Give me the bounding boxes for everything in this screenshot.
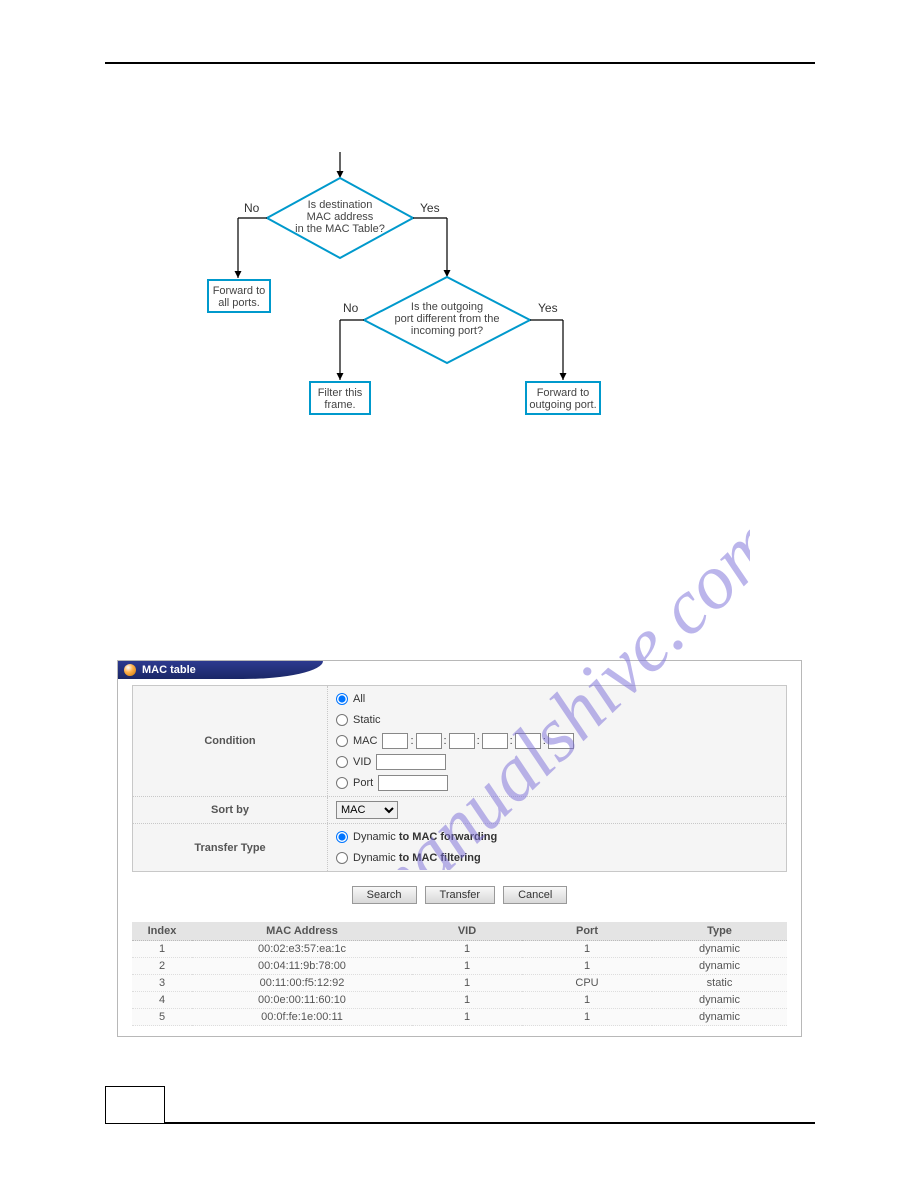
svg-text:outgoing port.: outgoing port. <box>529 399 596 411</box>
svg-text:in the MAC Table?: in the MAC Table? <box>295 223 385 235</box>
footer-rule <box>165 1122 815 1124</box>
cell-port: CPU <box>522 975 652 992</box>
cell-type: dynamic <box>652 958 787 975</box>
cell-mac: 00:0f:fe:1e:00:11 <box>192 1009 412 1026</box>
panel-header: MAC table <box>118 661 323 679</box>
th-port: Port <box>522 922 652 941</box>
cell-index: 3 <box>132 975 192 992</box>
table-header-row: Index MAC Address VID Port Type <box>132 922 787 941</box>
cell-type: dynamic <box>652 992 787 1009</box>
radio-all-input[interactable] <box>336 693 348 705</box>
yes-label-2: Yes <box>538 301 558 315</box>
cancel-button[interactable]: Cancel <box>503 886 567 904</box>
flowchart: Is destination MAC address in the MAC Ta… <box>200 152 640 437</box>
table-row: 300:11:00:f5:12:921CPUstatic <box>132 975 787 992</box>
no-label-1: No <box>244 201 260 215</box>
th-mac: MAC Address <box>192 922 412 941</box>
mac-inputs: : : : : : <box>382 733 573 749</box>
footer-box <box>105 1086 165 1124</box>
mac-oct-4[interactable] <box>482 733 508 749</box>
radio-dyn-fwd-input[interactable] <box>336 831 348 843</box>
svg-text:frame.: frame. <box>324 399 355 411</box>
sortby-label: Sort by <box>133 797 328 823</box>
radio-all[interactable]: All <box>336 690 778 708</box>
cell-mac: 00:11:00:f5:12:92 <box>192 975 412 992</box>
button-row: Search Transfer Cancel <box>132 872 787 922</box>
svg-text:incoming port?: incoming port? <box>411 325 483 337</box>
radio-dyn-filt[interactable]: Dynamic to MAC filtering <box>336 849 778 867</box>
table-row: 200:04:11:9b:78:0011dynamic <box>132 958 787 975</box>
radio-vid[interactable]: VID <box>336 753 778 771</box>
svg-text:port different from the: port different from the <box>395 313 500 325</box>
radio-dyn-fwd[interactable]: Dynamic to MAC forwarding <box>336 828 778 846</box>
th-vid: VID <box>412 922 522 941</box>
svg-text:Filter this: Filter this <box>318 387 363 399</box>
radio-port[interactable]: Port <box>336 774 778 792</box>
table-row: 100:02:e3:57:ea:1c11dynamic <box>132 941 787 958</box>
radio-mac-input[interactable] <box>336 735 348 747</box>
svg-text:Is destination: Is destination <box>308 199 373 211</box>
cell-mac: 00:02:e3:57:ea:1c <box>192 941 412 958</box>
radio-vid-input[interactable] <box>336 756 348 768</box>
cell-index: 1 <box>132 941 192 958</box>
mac-oct-3[interactable] <box>449 733 475 749</box>
mac-oct-6[interactable] <box>548 733 574 749</box>
panel-title: MAC table <box>142 664 196 676</box>
svg-text:Forward to: Forward to <box>537 387 590 399</box>
cell-port: 1 <box>522 941 652 958</box>
cell-vid: 1 <box>412 992 522 1009</box>
mac-oct-2[interactable] <box>416 733 442 749</box>
cell-index: 5 <box>132 1009 192 1026</box>
cell-vid: 1 <box>412 1009 522 1026</box>
cell-vid: 1 <box>412 975 522 992</box>
cell-index: 4 <box>132 992 192 1009</box>
mac-oct-1[interactable] <box>382 733 408 749</box>
radio-static[interactable]: Static <box>336 711 778 729</box>
cell-index: 2 <box>132 958 192 975</box>
cell-port: 1 <box>522 1009 652 1026</box>
svg-text:all ports.: all ports. <box>218 297 260 309</box>
radio-port-input[interactable] <box>336 777 348 789</box>
cell-vid: 1 <box>412 941 522 958</box>
cell-mac: 00:0e:00:11:60:10 <box>192 992 412 1009</box>
header-dot-icon <box>124 664 136 676</box>
svg-text:Forward to: Forward to <box>213 285 266 297</box>
svg-text:MAC address: MAC address <box>307 211 374 223</box>
no-label-2: No <box>343 301 359 315</box>
cell-type: dynamic <box>652 941 787 958</box>
vid-input[interactable] <box>376 754 446 770</box>
cell-mac: 00:04:11:9b:78:00 <box>192 958 412 975</box>
result-table: Index MAC Address VID Port Type 100:02:e… <box>132 922 787 1026</box>
cell-vid: 1 <box>412 958 522 975</box>
top-rule <box>105 62 815 64</box>
condition-label: Condition <box>133 686 328 796</box>
cell-type: static <box>652 975 787 992</box>
search-button[interactable]: Search <box>352 886 417 904</box>
cell-port: 1 <box>522 958 652 975</box>
table-row: 500:0f:fe:1e:00:1111dynamic <box>132 1009 787 1026</box>
mac-oct-5[interactable] <box>515 733 541 749</box>
table-row: 400:0e:00:11:60:1011dynamic <box>132 992 787 1009</box>
radio-mac[interactable]: MAC : : : : : <box>336 732 778 750</box>
transfer-button[interactable]: Transfer <box>425 886 496 904</box>
port-input[interactable] <box>378 775 448 791</box>
radio-static-input[interactable] <box>336 714 348 726</box>
svg-text:Is the outgoing: Is the outgoing <box>411 301 483 313</box>
form-area: Condition All Static MAC : <box>132 685 787 872</box>
cell-type: dynamic <box>652 1009 787 1026</box>
sortby-select[interactable]: MAC <box>336 801 398 819</box>
cell-port: 1 <box>522 992 652 1009</box>
th-type: Type <box>652 922 787 941</box>
transfer-type-label: Transfer Type <box>133 824 328 871</box>
radio-dyn-filt-input[interactable] <box>336 852 348 864</box>
th-index: Index <box>132 922 192 941</box>
mac-table-panel: MAC table Condition All Static <box>117 660 802 1037</box>
yes-label-1: Yes <box>420 201 440 215</box>
